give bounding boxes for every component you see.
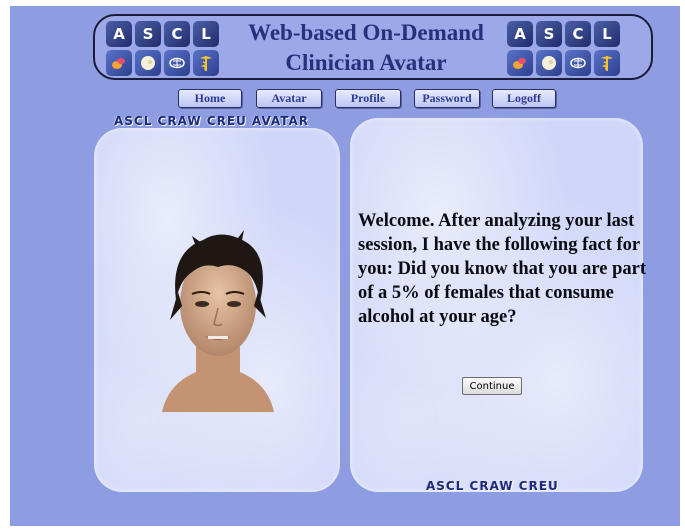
logo-letter-c: C [565, 21, 591, 47]
logo-letter-l: L [193, 21, 219, 47]
pills-icon [106, 50, 132, 76]
logo-letter-a: A [106, 21, 132, 47]
logo-letter-a: A [507, 21, 533, 47]
main-nav: Home Avatar Profile Password Logoff [10, 89, 680, 109]
avatar-panel [94, 128, 340, 492]
logo-letter-l: L [594, 21, 620, 47]
pills-icon [507, 50, 533, 76]
continue-button[interactable]: Continue [462, 377, 522, 395]
brain-circuit-icon [164, 50, 190, 76]
logo-letter-s: S [135, 21, 161, 47]
page-background: A S C L Web-based On-Demand Clinician Av… [10, 6, 680, 526]
header-banner: A S C L Web-based On-Demand Clinician Av… [93, 14, 653, 80]
password-button[interactable]: Password [414, 89, 480, 108]
head-icon [135, 50, 161, 76]
ascl-logo-right: A S C L [507, 21, 620, 76]
avatar-caption: ASCL CRAW CREU AVATAR [114, 114, 310, 128]
title-line-2: Clinician Avatar [285, 50, 447, 75]
message-footer-caption: ASCL CRAW CREU [426, 479, 559, 493]
caduceus-icon [193, 50, 219, 76]
welcome-message: Welcome. After analyzing your last sessi… [358, 211, 646, 327]
avatar-button[interactable]: Avatar [256, 89, 322, 108]
home-button[interactable]: Home [178, 89, 242, 108]
caduceus-icon [594, 50, 620, 76]
brain-circuit-icon [565, 50, 591, 76]
logoff-button[interactable]: Logoff [492, 89, 556, 108]
profile-button[interactable]: Profile [335, 89, 401, 108]
clinician-avatar-image [162, 230, 274, 412]
logo-letter-s: S [536, 21, 562, 47]
head-icon [536, 50, 562, 76]
title-line-1: Web-based On-Demand [248, 20, 484, 45]
ascl-logo-left: A S C L [106, 21, 219, 76]
site-title: Web-based On-Demand Clinician Avatar [231, 19, 501, 77]
logo-letter-c: C [164, 21, 190, 47]
